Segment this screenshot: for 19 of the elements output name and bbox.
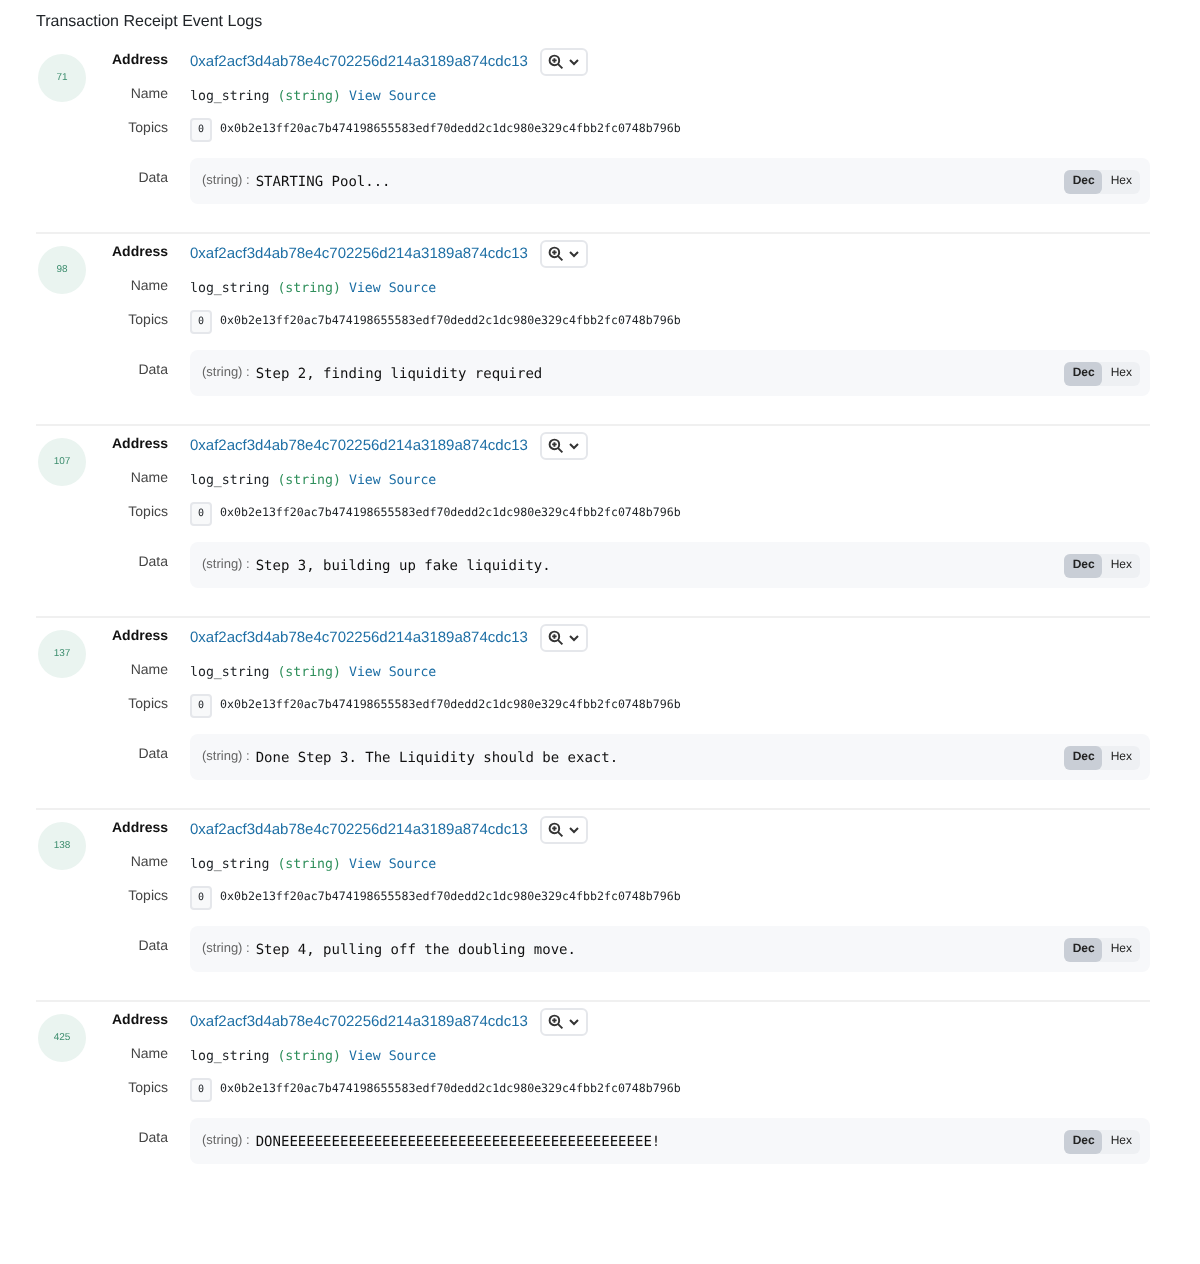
section-title: Transaction Receipt Event Logs — [36, 12, 265, 30]
zoom-in-icon — [547, 821, 564, 837]
zoom-dropdown-button[interactable] — [539, 623, 588, 651]
zoom-in-icon — [547, 629, 564, 645]
chevron-down-icon — [567, 247, 580, 259]
chevron-down-icon — [567, 55, 580, 67]
chevron-down-icon — [567, 631, 580, 643]
zoom-dropdown-button[interactable] — [539, 815, 588, 843]
zoom-dropdown-button[interactable] — [539, 1007, 588, 1035]
zoom-dropdown-button[interactable] — [539, 47, 588, 75]
zoom-in-icon — [547, 1013, 564, 1029]
zoom-in-icon — [547, 53, 564, 69]
zoom-dropdown-button[interactable] — [539, 239, 588, 267]
chevron-down-icon — [567, 1015, 580, 1027]
chevron-down-icon — [567, 439, 580, 451]
zoom-in-icon — [547, 437, 564, 453]
zoom-in-icon — [547, 245, 564, 261]
zoom-dropdown-button[interactable] — [539, 431, 588, 459]
chevron-down-icon — [567, 823, 580, 835]
